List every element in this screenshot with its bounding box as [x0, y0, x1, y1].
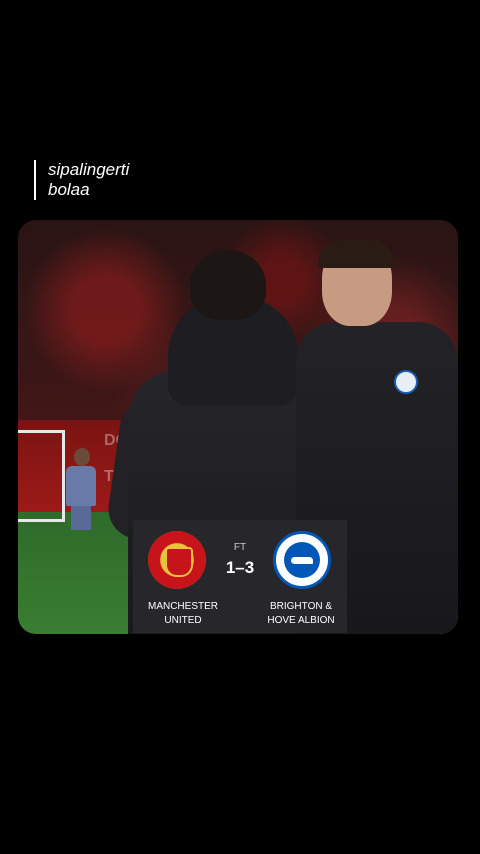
home-team-line-1: MANCHESTER [147, 601, 218, 612]
brighton-crest-icon [273, 531, 331, 589]
scoreboard: FT 1–3 MANCHESTER UNITED BRIGHTON & HOVE… [133, 520, 347, 633]
caption-overlay: sipalingerti bolaa [34, 160, 129, 200]
home-team-line-2: UNITED [164, 615, 202, 626]
away-team-name: BRIGHTON & HOVE ALBION [251, 600, 351, 628]
away-team-line-2: HOVE ALBION [267, 615, 335, 626]
home-team-name: MANCHESTER UNITED [133, 600, 233, 628]
caption-line-2: bolaa [48, 180, 90, 199]
away-team-line-1: BRIGHTON & [269, 601, 333, 612]
club-badge-icon [394, 370, 418, 394]
goal-frame [18, 430, 65, 522]
caption-line-1: sipalingerti [48, 160, 130, 179]
goalkeeper [66, 448, 100, 532]
